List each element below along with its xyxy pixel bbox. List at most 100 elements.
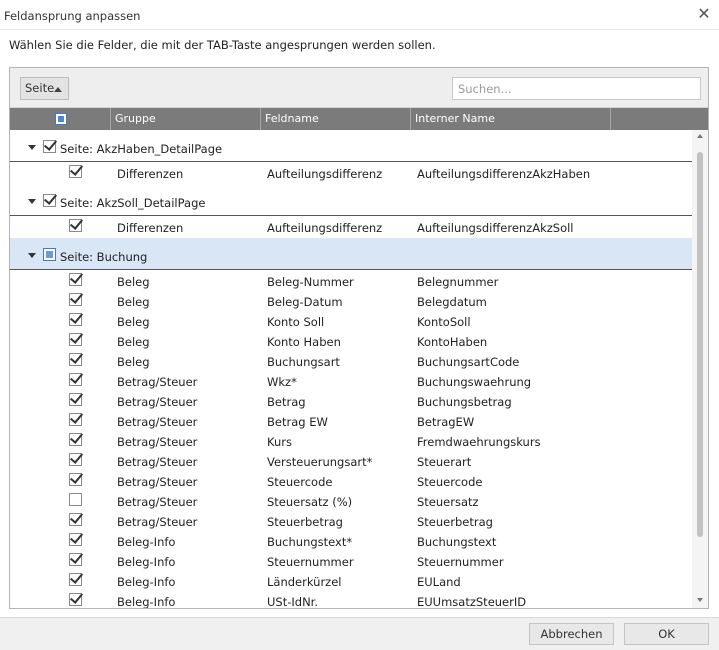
group-row[interactable]: Seite: AkzHaben_DetailPage — [10, 130, 692, 162]
row-checkbox[interactable] — [69, 353, 82, 366]
group-checkbox[interactable] — [43, 140, 56, 153]
cell-feldname: Buchungstext* — [267, 535, 353, 549]
row-checkbox-wrap — [69, 313, 82, 326]
row-checkbox-wrap — [69, 165, 82, 178]
table-row[interactable]: Betrag/Steuer Steuersatz (%) Steuersatz — [10, 492, 692, 512]
row-checkbox[interactable] — [69, 553, 82, 566]
table-row[interactable]: Differenzen Aufteilungsdifferenz Aufteilun… — [10, 218, 692, 238]
row-checkbox-wrap — [69, 273, 82, 286]
cell-interner-name: Steuercode — [417, 475, 483, 489]
cell-feldname: Konto Soll — [267, 315, 325, 329]
scrollbar-thumb[interactable] — [697, 152, 703, 537]
row-checkbox-wrap — [69, 433, 82, 446]
cancel-button[interactable]: Abbrechen — [529, 623, 614, 645]
row-checkbox[interactable] — [69, 533, 82, 546]
row-checkbox[interactable] — [69, 413, 82, 426]
cell-feldname: Aufteilungsdifferenz — [267, 167, 383, 181]
row-checkbox[interactable] — [69, 453, 82, 466]
table-row[interactable]: Betrag/Steuer Betrag Buchungsbetrag — [10, 392, 692, 412]
row-checkbox-wrap — [69, 219, 82, 232]
group-by-seite-button[interactable]: Seite — [20, 77, 69, 100]
table-row[interactable]: Beleg-Info Steuernummer Steuernummer — [10, 552, 692, 572]
table-row[interactable]: Beleg-Info USt-IdNr. EUUmsatzSteuerID — [10, 592, 692, 608]
cell-gruppe: Beleg — [117, 295, 150, 309]
row-checkbox[interactable] — [69, 219, 82, 232]
header-interner-name[interactable]: Interner Name — [411, 108, 611, 130]
cell-interner-name: Belegnummer — [417, 275, 499, 289]
cell-interner-name: Steuerbetrag — [417, 515, 493, 529]
group-row[interactable]: Seite: AkzSoll_DetailPage — [10, 184, 692, 216]
scroll-up-icon[interactable] — [697, 134, 703, 138]
cell-gruppe: Differenzen — [117, 221, 184, 235]
cell-gruppe: Beleg-Info — [117, 555, 176, 569]
row-checkbox-wrap — [69, 553, 82, 566]
cell-feldname: Betrag EW — [267, 415, 328, 429]
group-row[interactable]: Seite: Buchung — [10, 238, 692, 270]
row-checkbox[interactable] — [69, 313, 82, 326]
group-checkbox[interactable] — [43, 194, 56, 207]
row-checkbox[interactable] — [69, 273, 82, 286]
row-checkbox[interactable] — [69, 513, 82, 526]
row-checkbox-wrap — [69, 333, 82, 346]
table-row[interactable]: Beleg Beleg-Datum Belegdatum — [10, 292, 692, 312]
table-row[interactable]: Beleg Konto Haben KontoHaben — [10, 332, 692, 352]
table-row[interactable]: Betrag/Steuer Steuercode Steuercode — [10, 472, 692, 492]
chevron-down-icon[interactable] — [28, 199, 36, 204]
table-row[interactable]: Beleg Beleg-Nummer Belegnummer — [10, 272, 692, 292]
row-checkbox[interactable] — [69, 593, 82, 606]
row-checkbox[interactable] — [69, 433, 82, 446]
row-checkbox-wrap — [69, 593, 82, 606]
search-input[interactable] — [452, 77, 701, 100]
table-row[interactable]: Betrag/Steuer Steuerbetrag Steuerbetrag — [10, 512, 692, 532]
row-checkbox[interactable] — [69, 473, 82, 486]
table-row[interactable]: Betrag/Steuer Betrag EW BetragEW — [10, 412, 692, 432]
row-checkbox-wrap — [69, 353, 82, 366]
table-row[interactable]: Betrag/Steuer Versteuerungsart* Steuerart — [10, 452, 692, 472]
table-row[interactable]: Betrag/Steuer Wkz* Buchungswaehrung — [10, 372, 692, 392]
group-label: Seite: AkzSoll_DetailPage — [60, 196, 206, 210]
cell-feldname: Länderkürzel — [267, 575, 342, 589]
row-checkbox-wrap — [69, 513, 82, 526]
group-checkbox-wrap — [43, 194, 56, 207]
chevron-down-icon[interactable] — [28, 253, 36, 258]
title-bar: Feldansprung anpassen ✕ — [0, 0, 719, 30]
cell-interner-name: Steuernummer — [417, 555, 504, 569]
close-icon[interactable]: ✕ — [695, 5, 713, 23]
scroll-down-icon[interactable] — [697, 598, 703, 602]
row-checkbox[interactable] — [69, 373, 82, 386]
cell-feldname: Aufteilungsdifferenz — [267, 221, 383, 235]
chevron-down-icon[interactable] — [28, 145, 36, 150]
group-checkbox[interactable] — [43, 248, 56, 261]
row-checkbox[interactable] — [69, 165, 82, 178]
row-checkbox[interactable] — [69, 393, 82, 406]
cell-interner-name: Steuerart — [417, 455, 472, 469]
cell-interner-name: BuchungsartCode — [417, 355, 520, 369]
cell-gruppe: Betrag/Steuer — [117, 375, 198, 389]
cell-gruppe: Betrag/Steuer — [117, 395, 198, 409]
table-row[interactable]: Beleg Konto Soll KontoSoll — [10, 312, 692, 332]
cell-interner-name: Buchungswaehrung — [417, 375, 532, 389]
table-row[interactable]: Beleg Buchungsart BuchungsartCode — [10, 352, 692, 372]
table-row[interactable]: Betrag/Steuer Kurs Fremdwaehrungskurs — [10, 432, 692, 452]
vertical-scrollbar[interactable] — [692, 130, 708, 608]
row-checkbox-wrap — [69, 373, 82, 386]
table-row[interactable]: Differenzen Aufteilungsdifferenz Aufteilun… — [10, 164, 692, 184]
row-checkbox[interactable] — [69, 573, 82, 586]
header-feldname[interactable]: Feldname — [261, 108, 411, 130]
row-checkbox-wrap — [69, 293, 82, 306]
header-gruppe[interactable]: Gruppe — [111, 108, 261, 130]
dialog-footer: Abbrechen OK — [0, 617, 719, 650]
ok-button[interactable]: OK — [624, 623, 709, 645]
table-row[interactable]: Beleg-Info Länderkürzel EULand — [10, 572, 692, 592]
row-checkbox-wrap — [69, 533, 82, 546]
cell-gruppe: Betrag/Steuer — [117, 495, 198, 509]
cell-interner-name: Buchungstext — [417, 535, 497, 549]
row-checkbox[interactable] — [69, 333, 82, 346]
table-row[interactable]: Beleg-Info Buchungstext* Buchungstext — [10, 532, 692, 552]
select-all-checkbox[interactable] — [55, 113, 67, 125]
row-checkbox[interactable] — [69, 493, 82, 506]
sort-ascending-icon — [54, 87, 62, 92]
cell-gruppe: Betrag/Steuer — [117, 515, 198, 529]
cell-gruppe: Differenzen — [117, 167, 184, 181]
row-checkbox[interactable] — [69, 293, 82, 306]
